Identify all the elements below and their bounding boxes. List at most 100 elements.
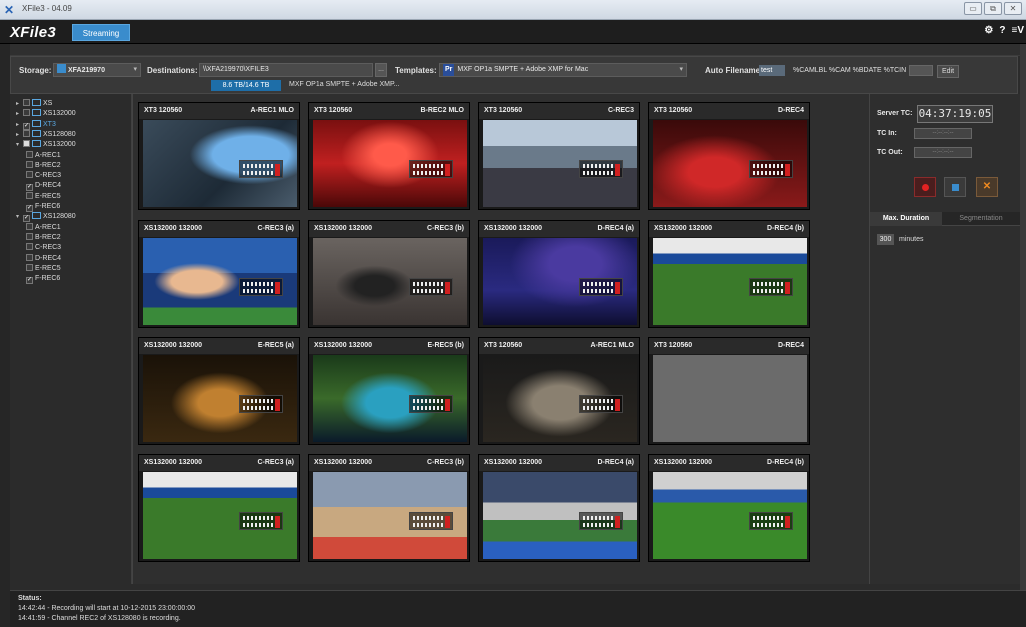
monitor-tile[interactable]: XS132000 132000 C-REC3 (b) <box>308 220 470 328</box>
cancel-button[interactable]: ✕ <box>976 177 998 197</box>
destinations-field[interactable]: \\XFA219970\XFILE3 <box>199 63 373 77</box>
tree-channel-row[interactable]: ✓ F-REC6 <box>26 274 61 285</box>
video-preview <box>313 120 467 207</box>
tree-label: F-REC6 <box>35 275 61 283</box>
rec-indicator <box>275 399 280 411</box>
chevron-down-icon[interactable]: ▾ <box>16 140 23 150</box>
tree-checkbox[interactable] <box>23 129 30 137</box>
max-duration-input[interactable]: 300 <box>877 234 894 245</box>
tab-segmentation[interactable]: Segmentation <box>942 212 1020 226</box>
video-preview <box>483 238 637 325</box>
tree-channel-row[interactable]: B-REC2 <box>26 232 61 243</box>
monitor-tile[interactable]: XT3 120560 A-REC1 MLO <box>478 337 640 445</box>
tree-checkbox[interactable]: ✓ <box>23 122 30 130</box>
server-timecode: 04:37:19:05 <box>917 105 993 123</box>
tree-checkbox[interactable]: ✓ <box>26 184 33 192</box>
tree-device-row[interactable]: ▸ XS128080 <box>16 129 76 140</box>
tree-device-row[interactable]: ▸ XS132000 <box>16 109 76 119</box>
autofilename-extra-field[interactable] <box>909 65 933 76</box>
tab-streaming[interactable]: Streaming <box>72 24 130 41</box>
tree-checkbox[interactable] <box>26 222 33 230</box>
settings-icon[interactable]: ⚙ <box>984 25 993 36</box>
tile-header: XS132000 132000 C-REC3 (b) <box>309 455 469 471</box>
storage-select[interactable]: XFA219970 ▾ <box>53 63 141 77</box>
tree-channel-row[interactable]: ✓ D-REC4 <box>26 181 61 192</box>
monitor-tile[interactable]: XS132000 132000 C-REC3 (a) <box>138 454 300 562</box>
restore-button[interactable]: ⧉ <box>984 2 1002 15</box>
monitor-tile[interactable]: XT3 120560 A-REC1 MLO <box>138 102 300 210</box>
monitor-tile[interactable]: XS132000 132000 C-REC3 (a) <box>138 220 300 328</box>
monitor-tile[interactable]: XT3 120560 C-REC3 <box>478 102 640 210</box>
monitor-tile[interactable]: XS132000 132000 D-REC4 (b) <box>648 454 810 562</box>
minimize-button[interactable]: ▭ <box>964 2 982 15</box>
timecode-overlay <box>239 160 283 178</box>
vertical-scrollbar[interactable] <box>1020 44 1026 590</box>
tree-checkbox[interactable] <box>26 160 33 168</box>
tile-channel: D-REC4 <box>777 342 804 349</box>
tree-checkbox[interactable] <box>26 263 33 271</box>
tab-max-duration[interactable]: Max. Duration <box>870 212 942 226</box>
tile-header: XS132000 132000 D-REC4 (a) <box>479 455 639 471</box>
tree-checkbox[interactable]: ✓ <box>26 205 33 212</box>
timecode-overlay <box>579 395 623 413</box>
templates-value: MXF OP1a SMPTE + Adobe XMP for Mac <box>457 66 589 73</box>
tree-device-row[interactable]: ▾ XS132000 <box>16 140 76 150</box>
monitor-tile[interactable]: XS132000 132000 C-REC3 (b) <box>308 454 470 562</box>
tree-channel-row[interactable]: C-REC3 <box>26 243 61 253</box>
tree-channel-row[interactable]: A-REC1 <box>26 150 61 161</box>
tree-checkbox[interactable] <box>26 243 33 251</box>
record-button[interactable] <box>914 177 936 197</box>
monitor-tile[interactable]: XT3 120560 B-REC2 MLO <box>308 102 470 210</box>
templates-select[interactable]: Pr MXF OP1a SMPTE + Adobe XMP for Mac ▾ <box>439 63 687 77</box>
tree-checkbox[interactable]: ✓ <box>23 215 30 223</box>
chevron-down-icon[interactable]: ▾ <box>16 212 23 222</box>
tree-channel-row[interactable]: A-REC1 <box>26 222 61 233</box>
tree-checkbox[interactable] <box>23 99 30 106</box>
tree-checkbox[interactable] <box>23 109 30 117</box>
record-icon <box>922 184 929 191</box>
tree-checkbox[interactable] <box>26 171 33 179</box>
tree-checkbox[interactable] <box>26 253 33 261</box>
tree-device-row[interactable]: ▾ ✓ XS128080 <box>16 212 76 223</box>
video-preview <box>653 472 807 559</box>
video-preview <box>313 472 467 559</box>
chevron-right-icon[interactable]: ▸ <box>16 120 23 130</box>
tree-channel-row[interactable]: E-REC5 <box>26 263 61 274</box>
tree-channel-row[interactable]: ✓ F-REC6 <box>26 202 60 212</box>
status-label: Status: <box>18 595 42 602</box>
tree-checkbox[interactable] <box>26 191 33 199</box>
chevron-right-icon[interactable]: ▸ <box>16 109 23 119</box>
monitor-tile[interactable]: XS132000 132000 D-REC4 (a) <box>478 220 640 328</box>
monitor-tile[interactable]: XT3 120560 D-REC4 <box>648 102 810 210</box>
stop-button[interactable] <box>944 177 966 197</box>
device-tree: ▸ XS ▸ XS132000 ▸ ✓ XT3 ▸ XS128080 ▾ XS132000 A-REC… <box>10 94 132 584</box>
tree-channel-row[interactable]: C-REC3 <box>26 171 61 181</box>
monitor-tile[interactable]: XT3 120560 D-REC4 <box>648 337 810 445</box>
menu-icon[interactable]: ≡V <box>1011 25 1024 36</box>
tree-channel-row[interactable]: B-REC2 <box>26 160 61 171</box>
templates-label: Templates: <box>395 66 437 75</box>
tree-checkbox[interactable] <box>26 232 33 240</box>
close-button[interactable]: ✕ <box>1004 2 1022 15</box>
tile-source: XT3 120560 <box>484 342 523 349</box>
tree-checkbox[interactable] <box>23 140 30 148</box>
monitor-tile[interactable]: XS132000 132000 D-REC4 (a) <box>478 454 640 562</box>
monitor-tile[interactable]: XS132000 132000 E-REC5 (a) <box>138 337 300 445</box>
tree-channel-row[interactable]: D-REC4 <box>26 253 61 264</box>
tree-checkbox[interactable]: ✓ <box>26 277 33 285</box>
monitor-tile[interactable]: XS132000 132000 E-REC5 (b) <box>308 337 470 445</box>
monitor-tile[interactable]: XS132000 132000 D-REC4 (b) <box>648 220 810 328</box>
tree-channel-row[interactable]: E-REC5 <box>26 191 61 202</box>
autofilename-input[interactable]: test <box>759 65 785 76</box>
rec-indicator <box>615 164 620 176</box>
tc-out-field[interactable]: --:--:--:-- <box>914 147 972 158</box>
tree-device-row[interactable]: ▸ ✓ XT3 <box>16 119 56 130</box>
tc-in-field[interactable]: --:--:--:-- <box>914 128 972 139</box>
chevron-right-icon[interactable]: ▸ <box>16 130 23 140</box>
tree-checkbox[interactable] <box>26 150 33 158</box>
edit-button[interactable]: Edit <box>937 65 959 78</box>
browse-button[interactable]: ... <box>375 63 387 77</box>
tree-device-row[interactable]: ▸ XS <box>16 99 52 109</box>
help-icon[interactable]: ? <box>999 25 1005 36</box>
chevron-right-icon[interactable]: ▸ <box>16 99 23 109</box>
